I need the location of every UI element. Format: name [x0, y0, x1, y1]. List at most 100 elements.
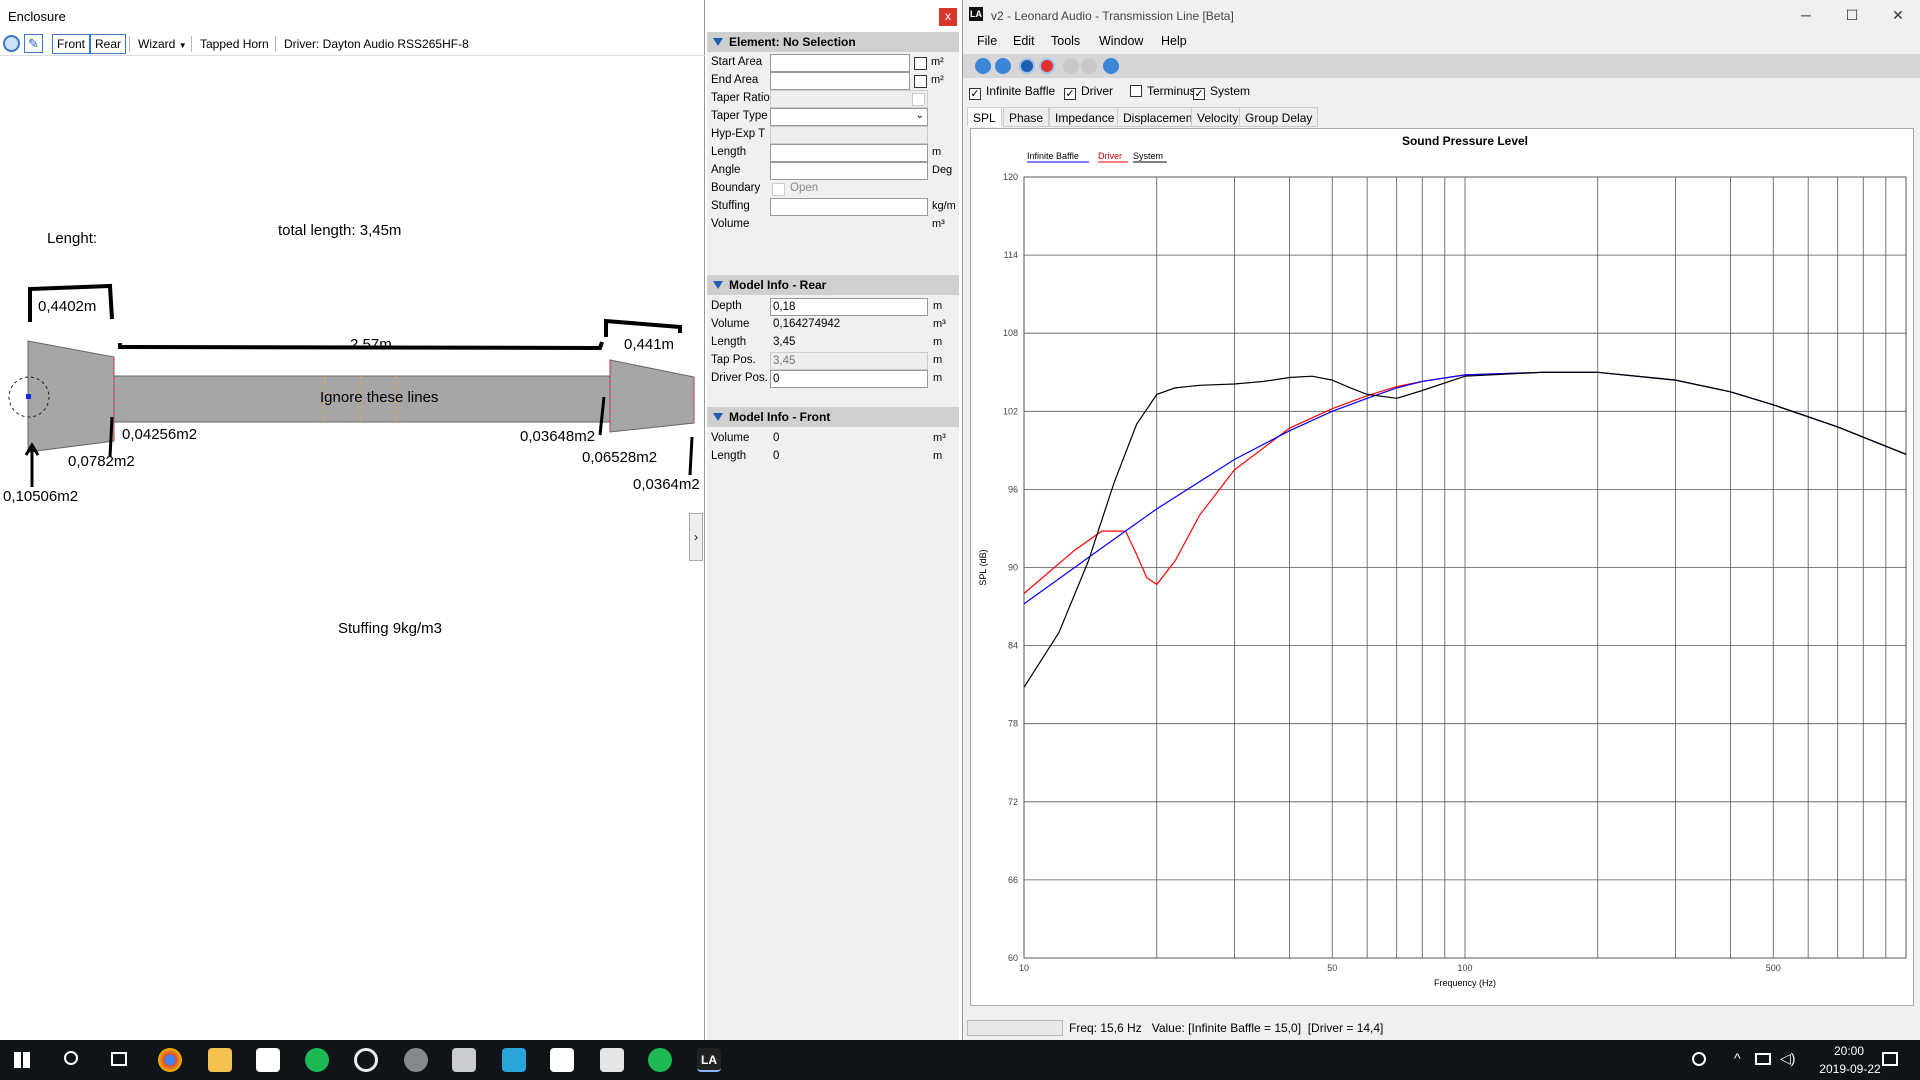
area-checkbox[interactable]: [914, 57, 927, 70]
file-explorer-icon[interactable]: [208, 1048, 232, 1072]
prop-input[interactable]: [770, 72, 910, 90]
rear-value: 0,164274942: [773, 318, 841, 330]
tab-displacement[interactable]: Displacement: [1117, 107, 1202, 127]
series-checkbox[interactable]: ✓ Infinite Baffle: [969, 84, 1055, 100]
app-icon[interactable]: [502, 1048, 526, 1072]
prop-unit: kg/m: [932, 200, 956, 212]
close-button[interactable]: ✕: [1875, 0, 1920, 30]
tab-velocity[interactable]: Velocity: [1191, 107, 1245, 127]
hyp-exp-input: [770, 126, 928, 144]
status-bar: Freq: 15,6 Hz Value: [Infinite Baffle = …: [963, 1018, 1920, 1040]
rear-input[interactable]: 0,18: [770, 298, 928, 316]
task-view-icon[interactable]: [111, 1052, 127, 1066]
series-checkbox[interactable]: Terminus: [1130, 84, 1196, 98]
la-toolbar: [963, 54, 1920, 78]
menu-window[interactable]: Window: [1099, 34, 1143, 48]
rear-unit: m: [933, 354, 943, 366]
prop-unit: m³: [932, 218, 945, 230]
record-red-icon[interactable]: [1039, 58, 1055, 74]
tab-impedance[interactable]: Impedance: [1049, 107, 1121, 127]
menu-tools[interactable]: Tools: [1051, 34, 1080, 48]
prop-input[interactable]: [770, 198, 928, 216]
people-icon[interactable]: [1692, 1052, 1706, 1066]
steam-icon[interactable]: [404, 1048, 428, 1072]
tab-phase[interactable]: Phase: [1003, 107, 1050, 127]
tab-group-delay[interactable]: Group Delay: [1239, 107, 1319, 127]
seg3-label: 0,441m: [624, 336, 675, 353]
rear-header[interactable]: Model Info - Rear: [707, 275, 959, 295]
menu-edit[interactable]: Edit: [1013, 34, 1035, 48]
spotify-icon[interactable]: [305, 1048, 329, 1072]
network-icon[interactable]: [1755, 1053, 1771, 1065]
wrench-icon[interactable]: ✎: [24, 34, 43, 53]
toolbar-separator: [129, 36, 130, 52]
calculator-icon[interactable]: [600, 1048, 624, 1072]
step-forward-icon[interactable]: [1081, 58, 1097, 74]
expand-panel-button[interactable]: ›: [689, 513, 703, 561]
legend-item: Driver: [1098, 151, 1122, 161]
horn-section-3: [609, 359, 695, 433]
prop-label: End Area: [711, 74, 759, 86]
rear-value: 3,45: [773, 336, 796, 348]
rear-button[interactable]: Rear: [90, 34, 127, 54]
spl-chart[interactable]: 60 66 72 78 84 90 96 102 108 114 120 10 50 100 500 Soun…: [970, 128, 1914, 1006]
step-back-icon[interactable]: [1063, 58, 1079, 74]
toolbar-separator: [191, 36, 192, 52]
notification-icon[interactable]: [1882, 1052, 1898, 1066]
prop-input[interactable]: [770, 144, 928, 162]
enclosure-close-button[interactable]: x: [939, 8, 957, 26]
y-tick-label: 60: [1008, 953, 1018, 963]
prop-label: Length: [711, 146, 747, 158]
maximize-button[interactable]: ☐: [1829, 0, 1875, 30]
clock-time[interactable]: 20:00: [1818, 1044, 1880, 1058]
menu-file[interactable]: File: [977, 34, 997, 48]
play-icon[interactable]: [3, 35, 20, 52]
y-tick-label: 72: [1008, 797, 1018, 807]
prop-input[interactable]: [770, 162, 928, 180]
boundary-checkbox[interactable]: [772, 183, 785, 196]
x-tick-label: 100: [1457, 963, 1472, 973]
series-checkbox[interactable]: ✓ System: [1193, 84, 1250, 100]
ignore-label: Ignore these lines: [320, 389, 439, 406]
rewind-icon[interactable]: [975, 58, 991, 74]
chevron-up-icon[interactable]: ^: [1734, 1050, 1741, 1066]
chart-title: Sound Pressure Level: [1402, 134, 1528, 148]
tab-spl[interactable]: SPL: [967, 107, 1002, 127]
x-tick-label: 10: [1019, 963, 1029, 973]
y-tick-label: 78: [1008, 719, 1018, 729]
volume-icon[interactable]: ◁): [1780, 1050, 1795, 1067]
chrome-icon[interactable]: [158, 1048, 182, 1072]
la-window: LA v2 - Leonard Audio - Transmission Lin…: [962, 0, 1920, 1040]
search-icon[interactable]: [64, 1051, 78, 1065]
area-label: 0,03648m2: [520, 428, 596, 445]
prop-input[interactable]: [770, 54, 910, 72]
chevron-down-icon: ▼: [178, 41, 187, 50]
windows-start-icon[interactable]: [14, 1052, 30, 1068]
play-icon[interactable]: [1103, 58, 1119, 74]
wizard-dropdown[interactable]: Wizard ▼: [133, 34, 192, 54]
element-header[interactable]: Element: No Selection: [707, 32, 959, 52]
arrow-a1: [24, 442, 40, 487]
rear-input[interactable]: 0: [770, 370, 928, 388]
enclosure-diagram[interactable]: [0, 57, 705, 1040]
record-blue-icon[interactable]: [1019, 58, 1035, 74]
front-header[interactable]: Model Info - Front: [707, 407, 959, 427]
arrow-a2: [108, 416, 114, 458]
la-app-icon[interactable]: LA: [697, 1048, 721, 1072]
photos-icon[interactable]: [550, 1048, 574, 1072]
app-icon[interactable]: [452, 1048, 476, 1072]
series-checkbox[interactable]: ✓ Driver: [1064, 84, 1113, 100]
menubar: File Edit Tools Window Help: [963, 30, 1920, 52]
minimize-button[interactable]: ─: [1783, 0, 1829, 30]
y-tick-label: 120: [1003, 172, 1018, 182]
menu-help[interactable]: Help: [1161, 34, 1187, 48]
mail-icon[interactable]: [256, 1048, 280, 1072]
back-icon[interactable]: [995, 58, 1011, 74]
overwatch-icon[interactable]: [354, 1048, 378, 1072]
area-checkbox[interactable]: [914, 75, 927, 88]
checkbox-box: ✓: [1064, 88, 1076, 100]
chat-icon[interactable]: [648, 1048, 672, 1072]
taper-type-select[interactable]: ⌄: [770, 108, 928, 126]
front-button[interactable]: Front: [52, 34, 91, 54]
y-axis-label: SPL (dB): [978, 549, 988, 585]
